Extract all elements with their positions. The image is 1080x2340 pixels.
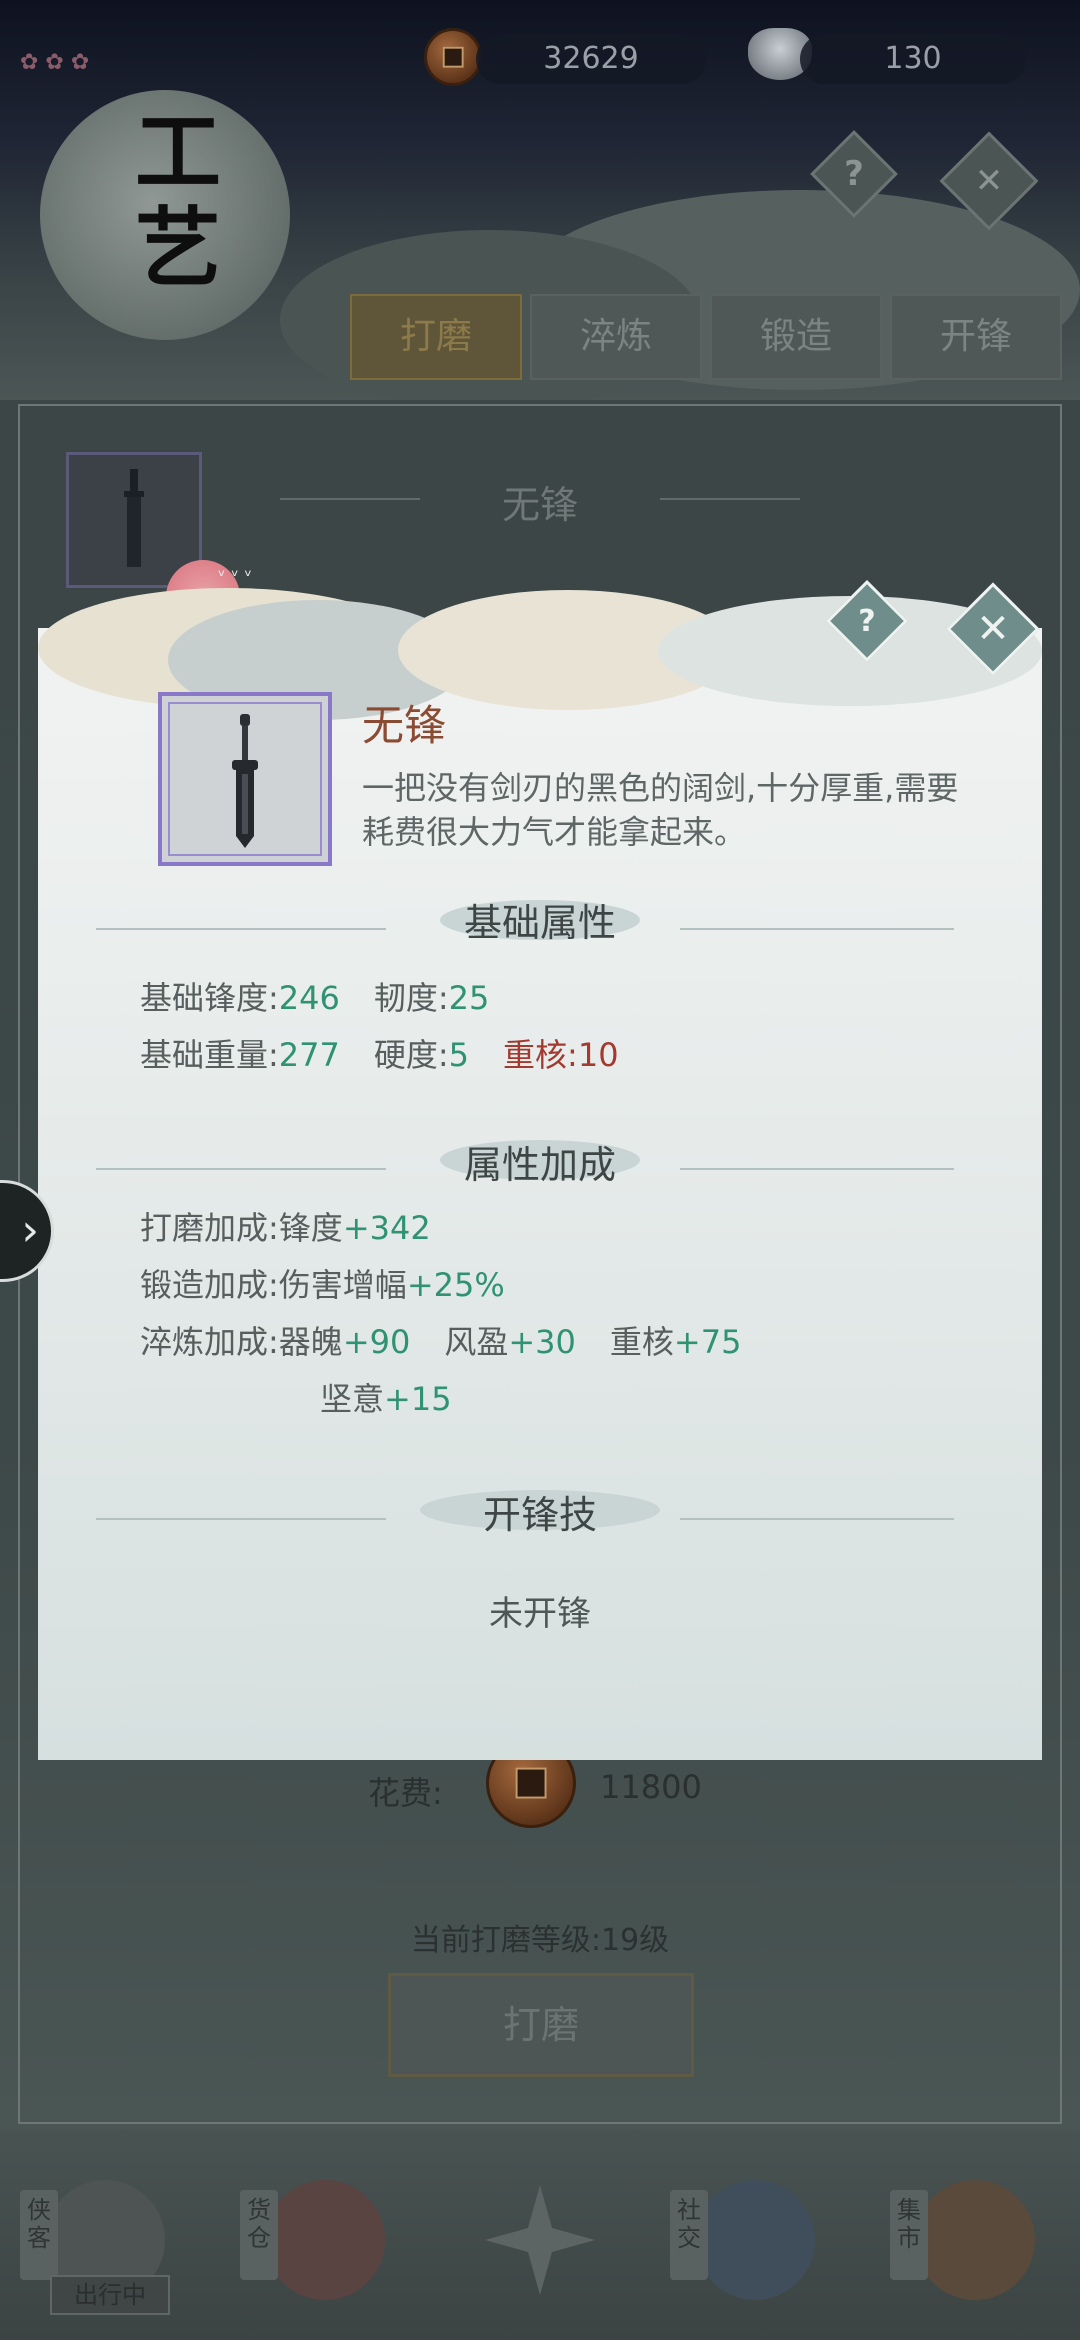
sword-icon xyxy=(232,714,258,848)
cost-value: 11800 xyxy=(600,1768,702,1806)
social-icon xyxy=(695,2180,815,2300)
nav-label: 集市 xyxy=(890,2190,928,2280)
section-divider xyxy=(680,1518,954,1520)
nav-label: 社交 xyxy=(670,2190,708,2280)
nav-center[interactable] xyxy=(465,2160,615,2330)
polish-button[interactable]: 打磨 xyxy=(388,1973,694,2077)
nav-label: 侠客 xyxy=(20,2190,58,2280)
tab-forge[interactable]: 锻造 xyxy=(710,294,882,380)
section-title-base: 基础属性 xyxy=(463,901,616,945)
coin-icon xyxy=(424,28,482,86)
tab-sharpen[interactable]: 开锋 xyxy=(890,294,1062,380)
plum-branch-icon: ✿ ✿ ✿ xyxy=(20,50,90,75)
base-row-1: 基础锋度:246 韧度:25 xyxy=(140,979,490,1017)
nav-market[interactable]: 集市 xyxy=(890,2160,1050,2330)
section-divider xyxy=(680,1168,954,1170)
base-row-2: 基础重量:277 硬度:5 重核:10 xyxy=(140,1036,619,1074)
bonus-temper-row: 淬炼加成:器魄+90 风盈+30 重核+75 xyxy=(140,1323,742,1361)
bonus-polish-row: 打磨加成:锋度+342 xyxy=(140,1209,431,1247)
section-divider xyxy=(680,928,954,930)
nav-label: 货仓 xyxy=(240,2190,278,2280)
compass-star-icon xyxy=(480,2180,600,2300)
nav-warehouse[interactable]: 货仓 xyxy=(240,2160,400,2330)
title-divider xyxy=(660,498,800,500)
nav-hero[interactable]: 侠客 出行中 xyxy=(20,2160,180,2330)
page-title: 工 艺 xyxy=(135,102,221,299)
item-name: 无锋 xyxy=(362,701,447,750)
skill-status: 未开锋 xyxy=(489,1594,591,1634)
cost-label: 花费: xyxy=(368,1774,443,1812)
close-icon: ✕ xyxy=(974,161,1004,201)
item-icon-frame xyxy=(158,692,332,866)
market-icon xyxy=(915,2180,1035,2300)
section-title-skill: 开锋技 xyxy=(482,1493,597,1537)
chevron-right-icon: › xyxy=(21,1205,39,1256)
tab-polish[interactable]: 打磨 xyxy=(350,294,522,380)
coin-counter: 32629 xyxy=(476,34,706,84)
title-divider xyxy=(280,498,420,500)
question-icon: ? xyxy=(858,603,876,639)
item-description: 一把没有剑刃的黑色的阔剑,十分厚重,需要耗费很大力气才能拿起来。 xyxy=(362,769,959,851)
birds-icon: ᵛ ᵛ ᵛ xyxy=(218,566,252,587)
bonus-temper-row-2: 坚意+15 xyxy=(320,1380,452,1418)
nav-social[interactable]: 社交 xyxy=(670,2160,830,2330)
polish-level: 当前打磨等级:19级 xyxy=(410,1923,670,1958)
silver-counter: 130 xyxy=(800,34,1026,84)
section-title-bonus: 属性加成 xyxy=(463,1143,616,1187)
tab-temper[interactable]: 淬炼 xyxy=(530,294,702,380)
question-icon: ? xyxy=(844,154,864,194)
warehouse-icon xyxy=(265,2180,385,2300)
bonus-forge-row: 锻造加成:伤害增幅+25% xyxy=(140,1266,505,1304)
close-icon: ✕ xyxy=(976,606,1010,652)
item-title-behind: 无锋 xyxy=(501,483,578,527)
status-badge: 出行中 xyxy=(50,2275,170,2315)
